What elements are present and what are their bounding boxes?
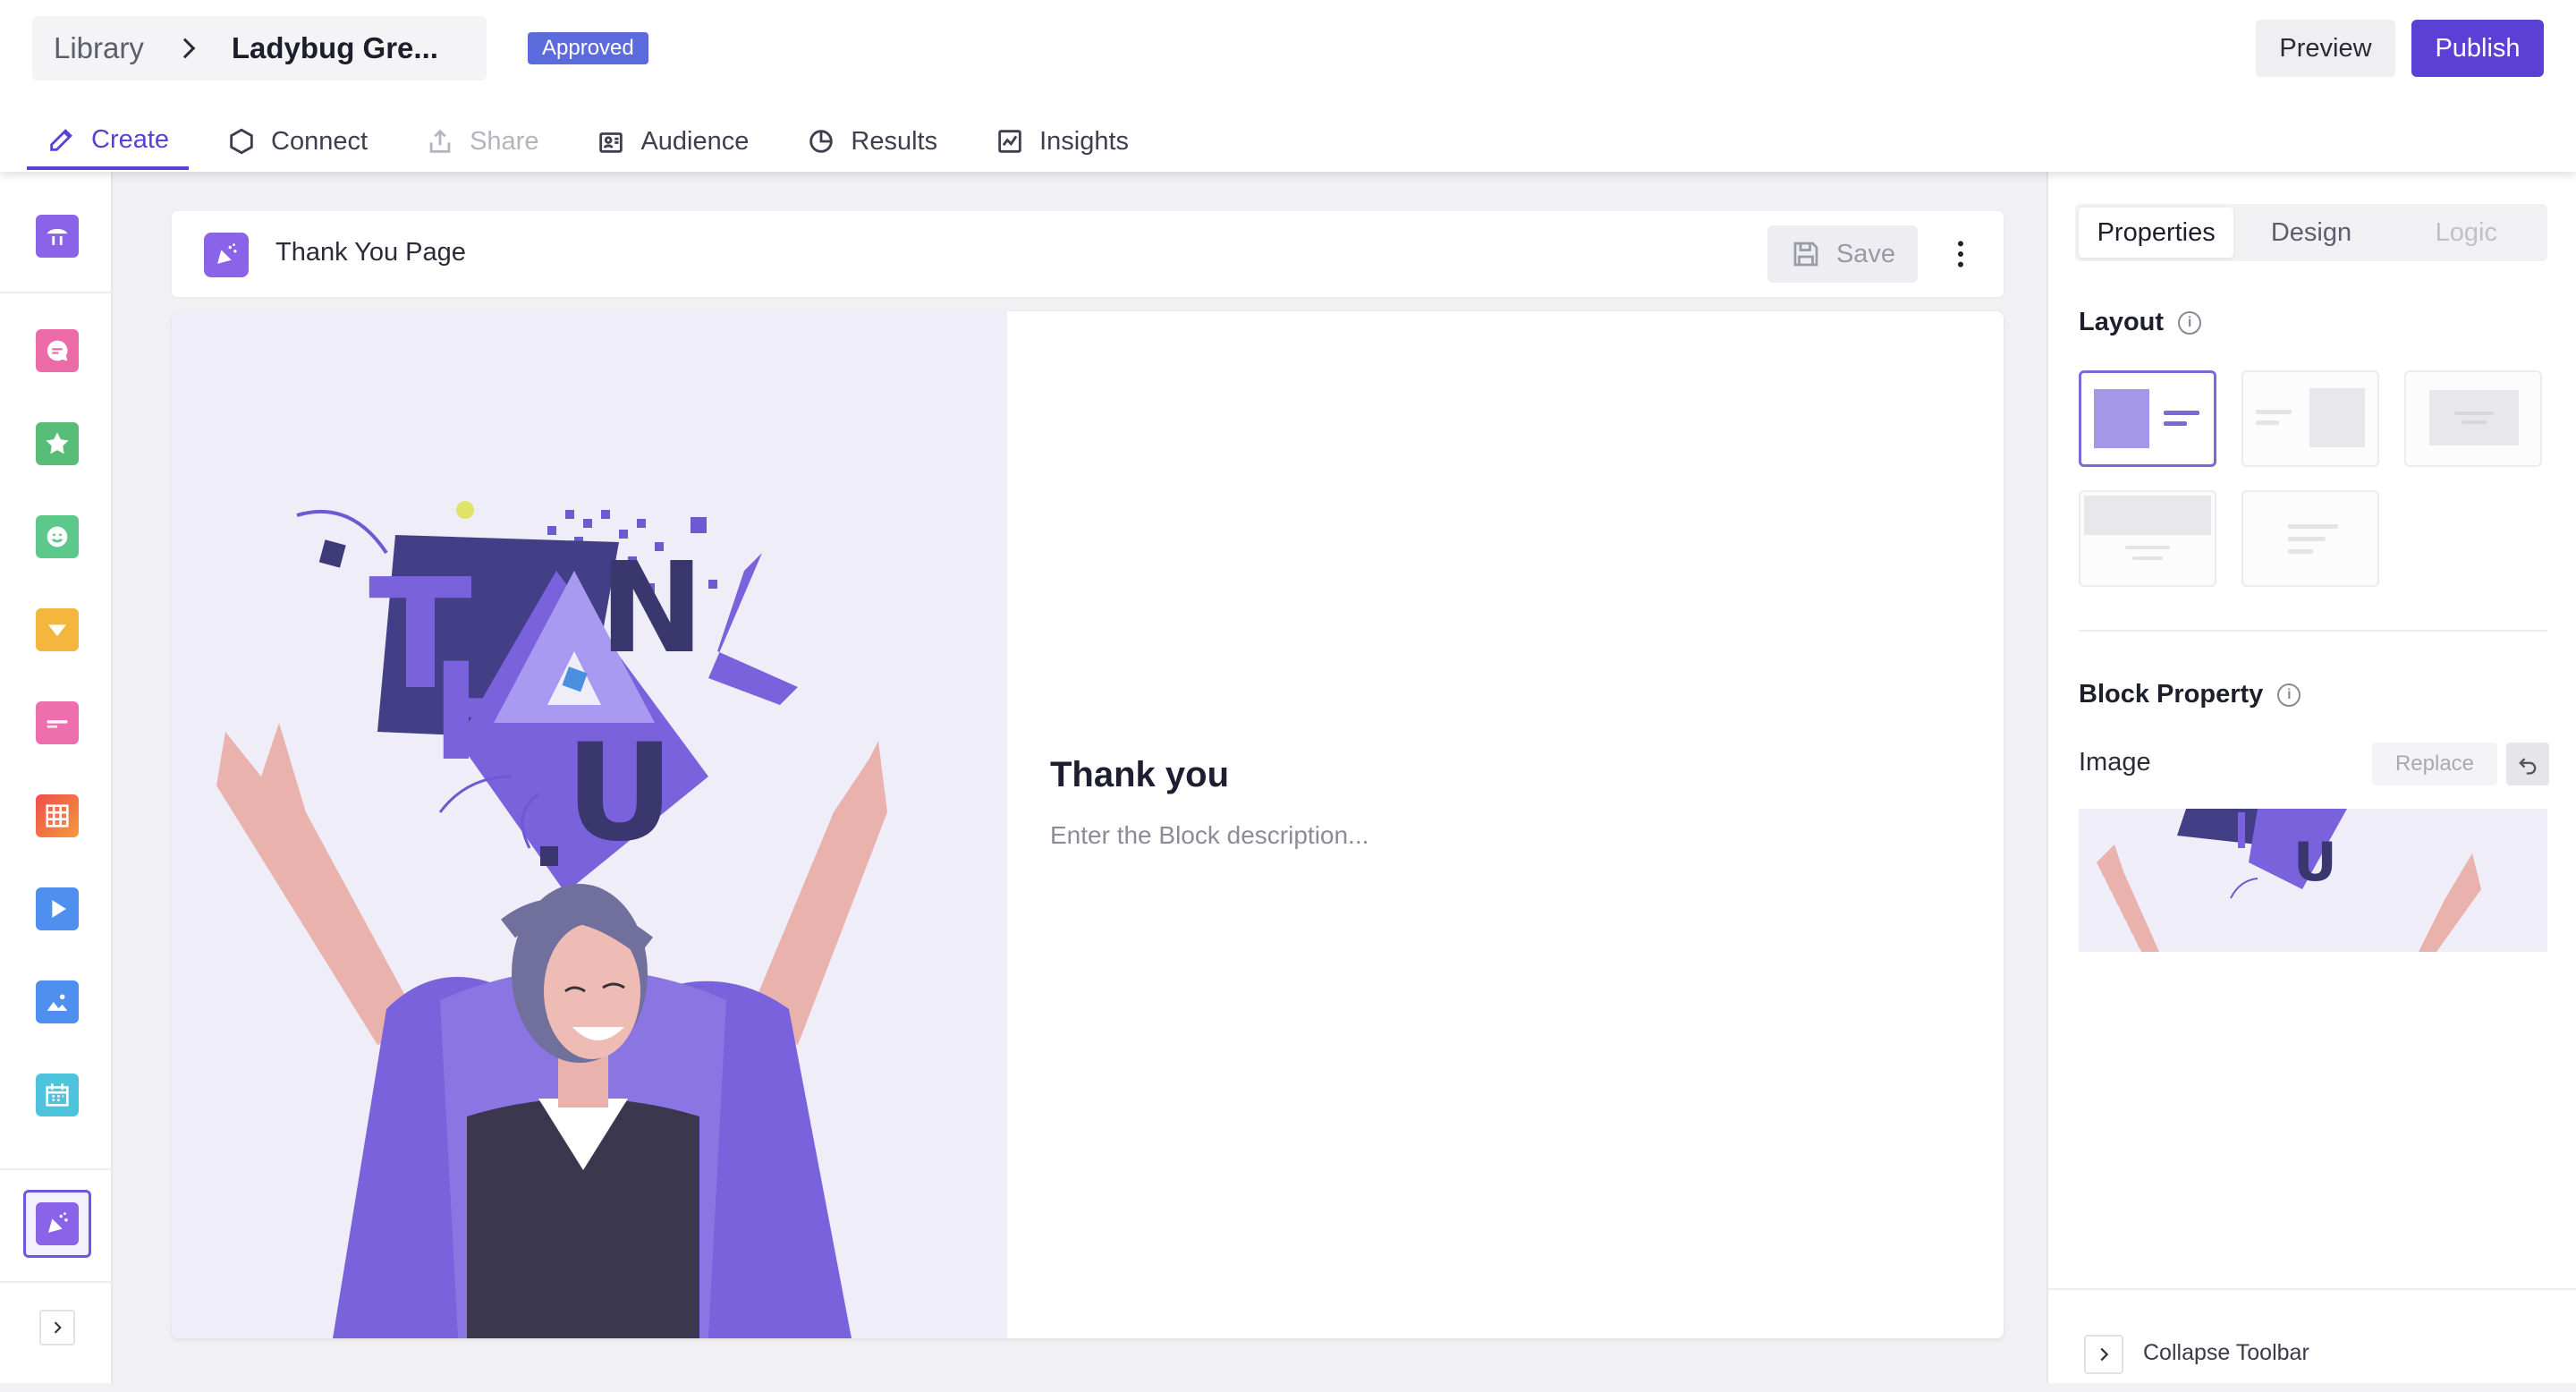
image-label: Image — [2079, 748, 2151, 777]
sidebar-divider — [0, 292, 113, 293]
block-property-section-title: Block Property i — [2079, 680, 2301, 709]
tab-label: Create — [91, 124, 170, 154]
top-header: Library Ladybug Gre... Approved Preview … — [0, 0, 2576, 172]
tab-label: Connect — [271, 126, 369, 156]
save-button[interactable]: Save — [1767, 225, 1918, 283]
bottom-strip — [0, 1383, 2576, 1392]
save-label: Save — [1835, 239, 1896, 268]
play-icon — [36, 887, 79, 930]
collapse-toolbar-button[interactable] — [2084, 1335, 2123, 1374]
info-icon[interactable]: i — [2277, 683, 2301, 707]
sidebar-item-comment[interactable] — [23, 317, 91, 385]
sidebar-item-date[interactable] — [23, 1061, 91, 1129]
block-heading[interactable]: Thank you — [1050, 755, 1229, 795]
main-tabs: Create Connect Share Audience Results In… — [27, 113, 1166, 172]
pie-chart-icon — [809, 130, 834, 153]
tab-connect[interactable]: Connect — [207, 113, 387, 170]
preview-button[interactable]: Preview — [2256, 20, 2395, 77]
page-toolbar: Thank You Page Save — [172, 211, 2004, 297]
tab-audience[interactable]: Audience — [576, 113, 768, 170]
sidebar-item-image[interactable] — [23, 968, 91, 1036]
tab-insights[interactable]: Insights — [975, 113, 1148, 170]
sidebar-item-matrix[interactable] — [23, 782, 91, 850]
text-input-icon — [36, 701, 79, 744]
trend-chart-icon — [998, 130, 1021, 153]
section-divider — [2079, 630, 2547, 632]
smiley-icon — [36, 515, 79, 558]
sidebar-divider — [0, 1168, 113, 1170]
thank-you-block-card[interactable]: T H N U Thank you Enter the Block descri… — [172, 311, 2004, 1338]
sidebar-item-video[interactable] — [23, 875, 91, 943]
layout-option-image-top[interactable] — [2079, 490, 2216, 587]
welcome-icon — [36, 215, 79, 258]
tab-design[interactable]: Design — [2233, 208, 2388, 258]
collapse-toolbar-label[interactable]: Collapse Toolbar — [2143, 1340, 2309, 1366]
publish-button[interactable]: Publish — [2411, 20, 2544, 77]
thank-you-illustration: T H N U — [172, 311, 1007, 1338]
image-icon — [36, 980, 79, 1023]
hexagon-icon — [230, 128, 253, 155]
celebration-icon — [204, 233, 249, 277]
star-icon — [36, 422, 79, 465]
block-sidebar — [0, 172, 113, 1392]
sidebar-divider — [0, 1281, 113, 1283]
audience-icon — [599, 132, 623, 153]
svg-text:U: U — [565, 716, 674, 871]
layout-title: Layout — [2079, 308, 2165, 336]
sidebar-item-dropdown[interactable] — [23, 596, 91, 664]
sidebar-item-rating[interactable] — [23, 410, 91, 478]
breadcrumb: Library Ladybug Gre... — [32, 16, 487, 81]
sidebar-item-welcome[interactable] — [23, 202, 91, 270]
sidebar-item-thank-you[interactable] — [23, 1190, 91, 1258]
dropdown-icon — [36, 608, 79, 651]
layout-option-background[interactable] — [2404, 370, 2542, 467]
layout-option-text-only[interactable] — [2241, 490, 2379, 587]
collapse-toolbar: Collapse Toolbar — [2048, 1288, 2576, 1392]
block-property-title: Block Property — [2079, 680, 2264, 709]
svg-text:U: U — [2293, 831, 2337, 894]
tab-properties[interactable]: Properties — [2079, 208, 2234, 258]
more-options-button[interactable] — [1932, 225, 1989, 283]
page-title: Thank You Page — [275, 238, 466, 267]
image-thumbnail[interactable]: U — [2079, 809, 2547, 952]
svg-text:N: N — [599, 536, 704, 682]
tab-results[interactable]: Results — [786, 113, 957, 170]
chevron-right-icon — [2100, 1347, 2109, 1362]
grid-icon — [36, 794, 79, 837]
undo-icon — [2519, 758, 2537, 775]
status-badge: Approved — [528, 32, 648, 64]
floppy-disk-icon — [1793, 242, 1818, 267]
survey-title[interactable]: Ladybug Gre... — [232, 31, 438, 65]
breadcrumb-library-link[interactable]: Library — [54, 31, 144, 65]
layout-option-image-left[interactable] — [2079, 370, 2216, 467]
pencil-icon — [50, 129, 72, 151]
block-description-input[interactable]: Enter the Block description... — [1050, 821, 1368, 850]
tab-label: Insights — [1039, 126, 1130, 156]
tab-label: Results — [851, 126, 938, 156]
tab-create[interactable]: Create — [27, 113, 190, 170]
chevron-right-icon — [174, 38, 196, 59]
tab-label: Share — [470, 126, 539, 156]
chat-bubble-icon — [36, 329, 79, 372]
sidebar-item-text-input[interactable] — [23, 689, 91, 757]
more-vertical-icon — [1958, 241, 1963, 267]
reset-image-button[interactable] — [2506, 743, 2549, 785]
layout-section-title: Layout i — [2079, 308, 2202, 337]
tab-share[interactable]: Share — [405, 113, 558, 170]
properties-panel: Properties Design Logic Layout i Block P… — [2046, 172, 2576, 1392]
replace-image-button[interactable]: Replace — [2372, 743, 2497, 785]
upload-icon — [429, 129, 451, 153]
tab-label: Audience — [640, 126, 750, 156]
layout-option-image-right[interactable] — [2241, 370, 2379, 467]
tab-logic[interactable]: Logic — [2389, 208, 2544, 258]
expand-sidebar-button[interactable] — [39, 1310, 75, 1345]
calendar-icon — [36, 1074, 79, 1116]
panel-tabs: Properties Design Logic — [2075, 204, 2547, 261]
info-icon[interactable]: i — [2178, 310, 2202, 335]
celebration-icon — [36, 1202, 79, 1245]
sidebar-item-smiley[interactable] — [23, 503, 91, 571]
chevron-right-icon — [54, 1321, 62, 1334]
